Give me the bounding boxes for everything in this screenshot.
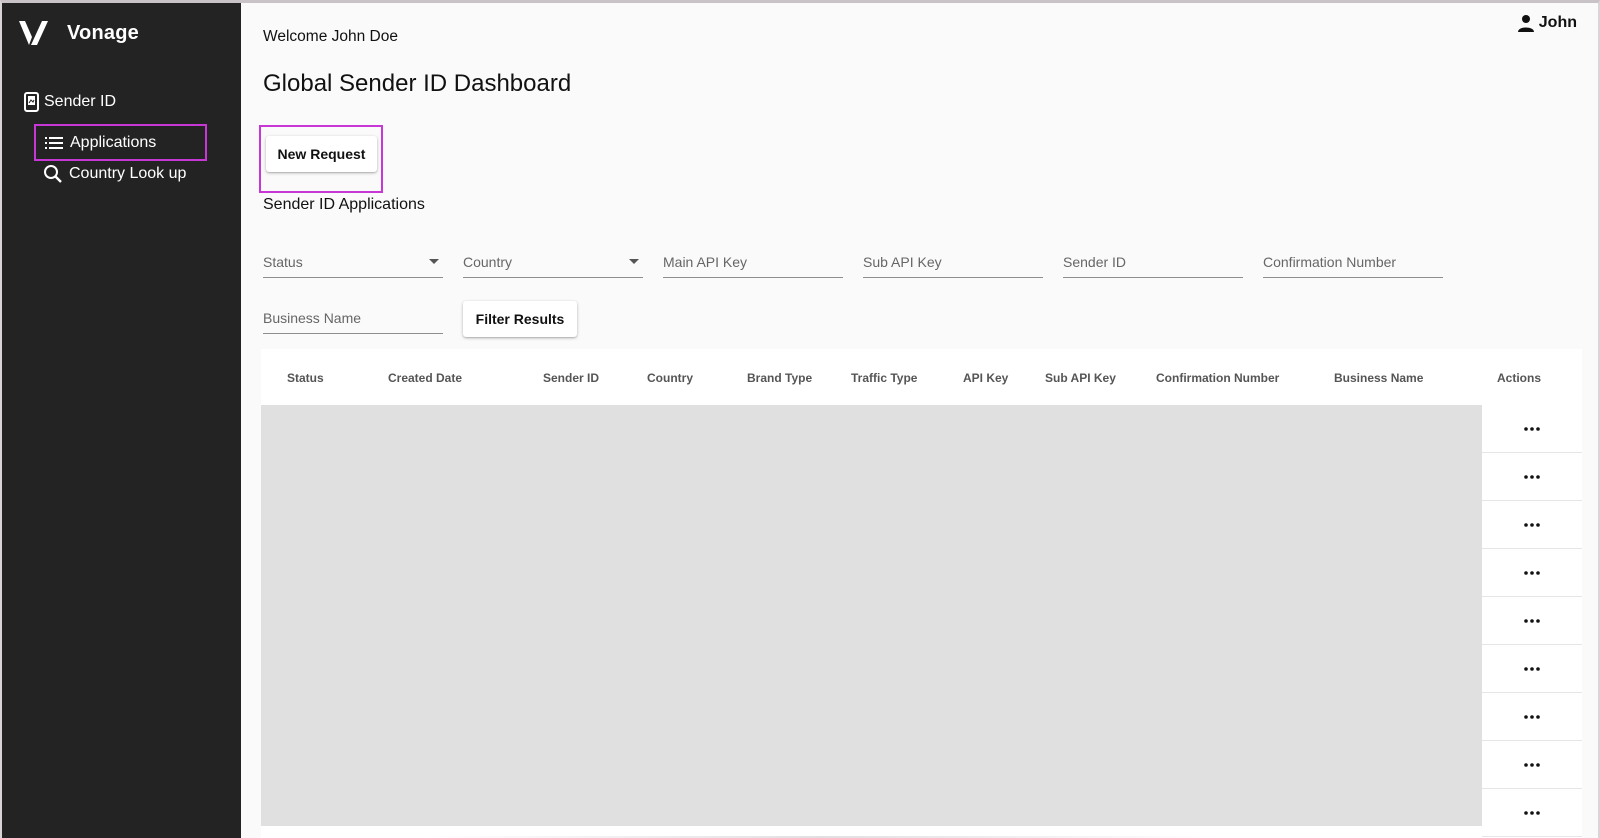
column-header-api-key[interactable]: API Key [963,371,1008,385]
sidebar-section-sender-id[interactable]: Sender ID [24,92,116,112]
column-header-actions: Actions [1497,371,1542,385]
column-header-country[interactable]: Country [647,371,693,385]
more-horiz-icon[interactable] [1517,753,1547,777]
table-row-actions [1482,645,1582,693]
vonage-logo-icon [19,21,48,45]
sub-api-key-placeholder: Sub API Key [863,253,942,270]
table-row-actions [1482,405,1582,453]
table-loading-placeholder [261,405,1482,826]
table-row-actions [1482,453,1582,501]
sidebar-section-label: Sender ID [44,93,117,110]
section-title: Sender ID Applications [263,196,425,213]
sidebar-item-country-look-up[interactable]: Country Look up [43,162,186,186]
country-select[interactable]: Country [463,246,643,278]
confirmation-number-input[interactable]: Confirmation Number [1263,246,1443,278]
status-select[interactable]: Status [263,246,443,278]
column-header-sender-id[interactable]: Sender ID [543,371,599,385]
column-header-sub-api-key[interactable]: Sub API Key [1045,371,1116,385]
sidebar: Vonage Sender ID Applications Country Lo… [2,3,241,838]
person-icon [1517,15,1534,32]
more-horiz-icon[interactable] [1517,513,1547,537]
actions-column [1482,405,1582,837]
status-select-label: Status [263,253,303,270]
main-api-key-placeholder: Main API Key [663,253,748,270]
search-icon [44,165,62,183]
phone-icon [24,92,39,112]
applications-table: Status Created Date Sender ID Country Br… [261,349,1582,838]
country-select-label: Country [463,253,513,270]
table-row-actions [1482,693,1582,741]
more-horiz-icon[interactable] [1517,801,1547,825]
business-name-input[interactable]: Business Name [263,302,443,334]
filter-results-button[interactable]: Filter Results [463,301,577,337]
business-name-placeholder: Business Name [263,309,362,326]
table-row-actions [1482,549,1582,597]
more-horiz-icon[interactable] [1517,561,1547,585]
sidebar-item-applications[interactable]: Applications [34,124,207,161]
more-horiz-icon[interactable] [1517,417,1547,441]
welcome-message: Welcome John Doe [263,28,398,46]
sub-api-key-input[interactable]: Sub API Key [863,246,1043,278]
more-horiz-icon[interactable] [1517,657,1547,681]
brand[interactable]: Vonage [18,17,139,49]
user-name: John [1538,14,1577,31]
welcome-name: John Doe [331,28,398,45]
user-menu[interactable]: John [1517,14,1577,32]
list-icon [45,136,63,149]
dropdown-arrow-icon [629,259,639,264]
page-title: Global Sender ID Dashboard [263,70,572,97]
sender-id-placeholder: Sender ID [1063,253,1127,270]
column-header-traffic-type[interactable]: Traffic Type [851,371,917,385]
column-header-business-name[interactable]: Business Name [1334,371,1423,385]
sidebar-item-label: Country Look up [69,165,187,182]
column-header-brand-type[interactable]: Brand Type [747,371,812,385]
table-row-actions [1482,501,1582,549]
table-header: Status Created Date Sender ID Country Br… [261,349,1582,405]
main-api-key-input[interactable]: Main API Key [663,246,843,278]
table-row-actions [1482,741,1582,789]
sidebar-item-label: Applications [70,133,157,151]
column-header-created-date[interactable]: Created Date [388,371,462,385]
brand-name: Vonage [67,21,139,44]
sender-id-input[interactable]: Sender ID [1063,246,1243,278]
more-horiz-icon[interactable] [1517,705,1547,729]
confirmation-number-placeholder: Confirmation Number [1263,253,1397,270]
more-horiz-icon[interactable] [1517,609,1547,633]
more-horiz-icon[interactable] [1517,465,1547,489]
column-header-status[interactable]: Status [287,371,324,385]
column-header-confirmation-number[interactable]: Confirmation Number [1156,371,1279,385]
table-row-actions [1482,789,1582,837]
new-request-button[interactable]: New Request [266,136,377,172]
table-row-actions [1482,597,1582,645]
dropdown-arrow-icon [429,259,439,264]
app-window: Vonage Sender ID Applications Country Lo… [0,0,1600,838]
welcome-prefix: Welcome [263,28,328,45]
